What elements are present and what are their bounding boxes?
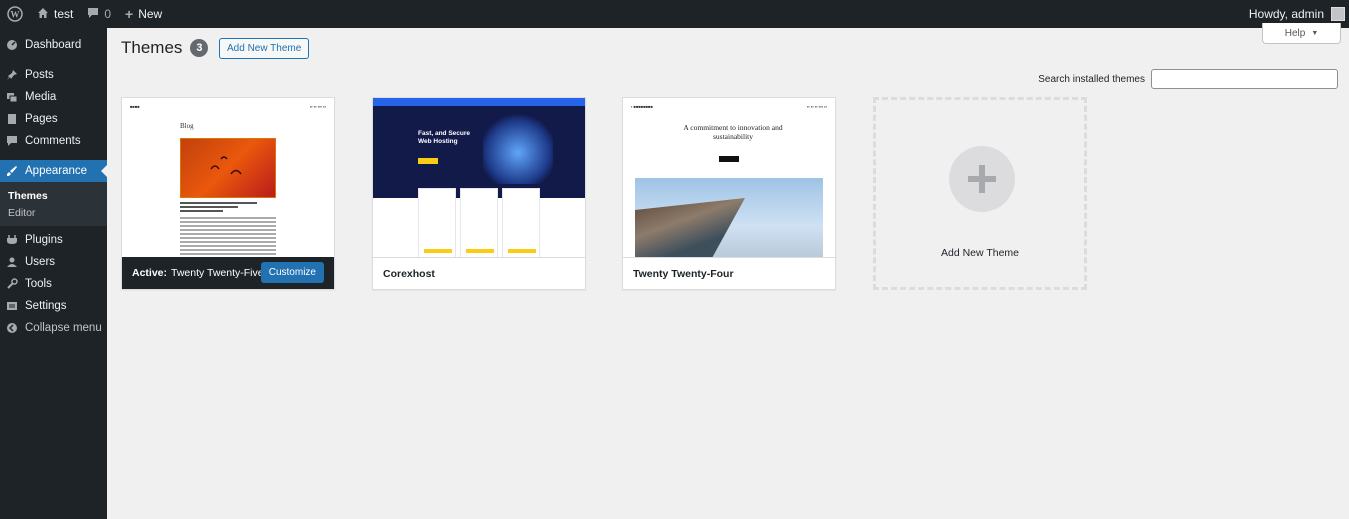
comment-icon <box>87 7 99 22</box>
settings-icon <box>6 300 18 312</box>
appearance-submenu: Themes Editor <box>0 182 107 226</box>
sidebar-item-label: Appearance <box>25 165 88 177</box>
add-new-theme-card[interactable]: Add New Theme <box>873 97 1087 290</box>
active-prefix: Active: <box>132 267 168 279</box>
screenshot-text <box>180 202 276 257</box>
theme-count-badge: 3 <box>190 39 209 57</box>
theme-screenshot[interactable]: ▪ ■■■■■■■■ ▪▪ ▪▪ ▪▪ ▪▪▪ ▪▪ A commitment t… <box>623 98 835 257</box>
comments-link[interactable]: 0 <box>80 0 118 28</box>
theme-name-bar: Twenty Twenty-Four <box>623 257 835 289</box>
sidebar-item-label: Plugins <box>25 234 63 246</box>
plus-icon: + <box>125 6 134 22</box>
user-icon <box>6 256 18 268</box>
home-icon <box>37 7 49 22</box>
help-button[interactable]: Help ▼ <box>1262 23 1341 44</box>
site-name-link[interactable]: test <box>30 0 80 28</box>
svg-text:W: W <box>11 10 20 20</box>
screenshot-image <box>180 138 276 198</box>
sidebar-item-label: Dashboard <box>25 39 82 51</box>
screenshot-pricing-card <box>418 188 456 257</box>
main-content: Help ▼ Themes 3 Add New Theme Search ins… <box>107 23 1349 519</box>
admin-bar: W test 0 + New Howdy, admin <box>0 0 1349 28</box>
theme-name: Twenty Twenty-Five <box>171 267 264 279</box>
page-icon <box>6 113 18 125</box>
search-label: Search installed themes <box>1038 73 1145 85</box>
theme-screenshot[interactable]: ■■■■ ▪▪ ▪▪ ▪▪▪ ▪▪ Blog <box>122 98 334 257</box>
collapse-menu-button[interactable]: Collapse menu <box>0 317 107 339</box>
help-label: Help <box>1284 27 1306 39</box>
sidebar-item-users[interactable]: Users <box>0 251 107 273</box>
screenshot-heading: Fast, and Secure Web Hosting <box>418 130 471 145</box>
wordpress-logo-icon[interactable]: W <box>0 0 30 28</box>
sidebar-item-label: Posts <box>25 69 54 81</box>
search-input[interactable] <box>1151 69 1338 89</box>
screenshot-pricing-card <box>460 188 498 257</box>
theme-card-twenty-twenty-four[interactable]: ▪ ■■■■■■■■ ▪▪ ▪▪ ▪▪ ▪▪▪ ▪▪ A commitment t… <box>622 97 836 290</box>
sidebar-item-posts[interactable]: Posts <box>0 64 107 86</box>
sidebar-item-media[interactable]: Media <box>0 86 107 108</box>
screenshot-heading: A commitment to innovation and sustainab… <box>683 123 783 141</box>
new-label: New <box>138 7 163 21</box>
new-content-link[interactable]: + New <box>118 0 169 28</box>
sidebar-item-label: Users <box>25 256 56 268</box>
sidebar-item-settings[interactable]: Settings <box>0 295 107 317</box>
theme-name-bar: Active: Twenty Twenty-Five Customize <box>122 257 334 289</box>
theme-screenshot[interactable]: Fast, and Secure Web Hosting <box>373 98 585 257</box>
page-header: Themes 3 <box>121 38 209 58</box>
avatar <box>1331 7 1345 21</box>
pin-icon <box>6 69 18 81</box>
media-icon <box>6 91 18 103</box>
screenshot-button <box>719 156 739 162</box>
site-name: test <box>54 7 74 21</box>
screenshot-nav <box>373 98 585 106</box>
plug-icon <box>6 234 18 246</box>
theme-card-twenty-twenty-five[interactable]: ■■■■ ▪▪ ▪▪ ▪▪▪ ▪▪ Blog Active: Twenty Twe… <box>121 97 335 290</box>
plus-icon <box>949 146 1015 212</box>
howdy-label: Howdy, admin <box>1248 7 1324 21</box>
brush-icon <box>6 165 18 177</box>
add-new-theme-button[interactable]: Add New Theme <box>219 38 310 59</box>
comments-count: 0 <box>104 7 112 21</box>
screenshot-button <box>418 158 438 164</box>
sidebar-item-label: Media <box>25 91 57 103</box>
add-new-theme-label: Add New Theme <box>940 247 1019 259</box>
theme-search: Search installed themes <box>1038 69 1338 89</box>
sidebar-item-dashboard[interactable]: Dashboard <box>0 34 107 56</box>
theme-name: Corexhost <box>383 267 435 280</box>
sidebar-item-label: Settings <box>25 300 67 312</box>
sidebar-item-label: Tools <box>25 278 52 290</box>
screenshot-hero <box>373 98 585 198</box>
sidebar-item-pages[interactable]: Pages <box>0 108 107 130</box>
theme-card-corexhost[interactable]: Fast, and Secure Web Hosting Corexhost <box>372 97 586 290</box>
sidebar-item-plugins[interactable]: Plugins <box>0 229 107 251</box>
screenshot-nav: ■■■■ ▪▪ ▪▪ ▪▪▪ ▪▪ <box>130 104 326 109</box>
submenu-item-editor[interactable]: Editor <box>0 204 107 221</box>
screenshot-server-graphic <box>483 114 553 184</box>
customize-button[interactable]: Customize <box>260 262 324 283</box>
theme-name-bar: Corexhost <box>373 257 585 289</box>
screenshot-nav: ▪ ■■■■■■■■ ▪▪ ▪▪ ▪▪ ▪▪▪ ▪▪ <box>631 104 827 109</box>
wrench-icon <box>6 278 18 290</box>
collapse-icon <box>6 322 18 334</box>
sidebar-item-appearance[interactable]: Appearance <box>0 160 107 182</box>
admin-sidebar: Dashboard Posts Media Pages Comments App… <box>0 28 107 519</box>
caret-down-icon: ▼ <box>1311 29 1319 37</box>
sidebar-item-label: Pages <box>25 113 58 125</box>
page-title: Themes <box>121 38 183 57</box>
sidebar-item-label: Comments <box>25 135 81 147</box>
comment-icon <box>6 135 18 147</box>
sidebar-item-tools[interactable]: Tools <box>0 273 107 295</box>
dashboard-icon <box>6 39 18 51</box>
screenshot-pricing-card <box>502 188 540 257</box>
submenu-item-themes[interactable]: Themes <box>0 187 107 204</box>
sidebar-item-comments[interactable]: Comments <box>0 130 107 152</box>
sidebar-item-label: Collapse menu <box>25 322 102 334</box>
screenshot-heading: Blog <box>180 122 194 130</box>
theme-name: Twenty Twenty-Four <box>633 267 734 280</box>
